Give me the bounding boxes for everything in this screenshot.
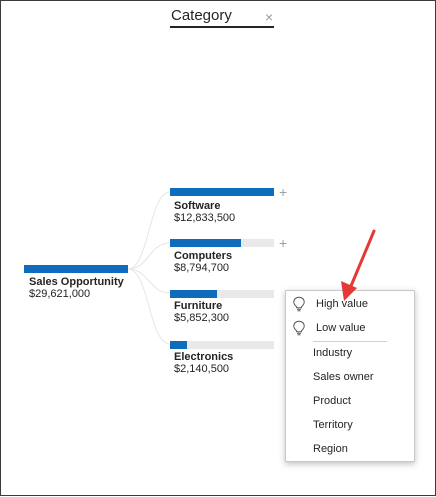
arrow-shaft [349,229,376,288]
bar-fill [170,239,242,247]
menu-item-low-value[interactable]: Low value [286,317,414,339]
expand-icon[interactable]: + [279,236,287,250]
menu-item-label: High value [316,298,368,310]
root-bar [24,265,128,273]
menu-item-territory[interactable]: Territory [286,414,414,436]
node-label: Electronics [174,351,234,363]
level-header-title[interactable]: Category [171,7,232,24]
bar-fill [170,188,274,196]
menu-item-product[interactable]: Product [286,390,414,412]
split-context-menu: High value Low value Industry Sales owne… [285,290,415,462]
decomposition-tree-visual: Category × Sales Opportunity $29,621,000… [0,0,436,496]
connector-electronics [127,268,171,345]
bar-track [170,239,274,247]
connector-furniture [127,268,171,294]
node-label: Computers [174,250,233,262]
connector-software [127,191,171,270]
expand-icon[interactable]: + [279,185,287,199]
bar-track [170,290,274,298]
menu-item-high-value[interactable]: High value [286,293,414,315]
close-icon[interactable]: × [265,10,273,24]
root-value: $29,621,000 [29,288,91,300]
bar-track [170,341,274,349]
menu-item-label: Sales owner [313,371,374,383]
node-label: Furniture [174,300,223,312]
menu-item-industry[interactable]: Industry [286,342,414,364]
menu-item-label: Industry [313,347,353,359]
menu-item-label: Territory [313,419,353,431]
connector-computers [127,242,171,270]
bar-fill [170,290,218,298]
node-value: $2,140,500 [174,363,230,375]
bar-track [170,188,274,196]
node-value: $8,794,700 [174,262,230,274]
lightbulb-icon [293,320,305,336]
node-label: Software [174,200,221,212]
node-value: $5,852,300 [174,312,230,324]
level-header: Category × [170,7,274,27]
node-value: $12,833,500 [174,212,236,224]
menu-item-sales-owner[interactable]: Sales owner [286,366,414,388]
menu-item-label: Product [313,395,351,407]
menu-item-label: Low value [316,322,366,334]
level-header-underline [170,26,274,28]
menu-item-region[interactable]: Region [286,438,414,460]
root-label: Sales Opportunity [29,276,124,288]
bar-fill [170,341,188,349]
lightbulb-icon [293,296,305,312]
menu-item-label: Region [313,443,348,455]
